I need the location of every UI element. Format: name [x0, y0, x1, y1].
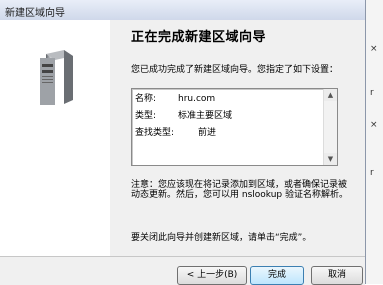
cancel-button[interactable]: 取消	[311, 266, 363, 285]
summary-row: 名称: hru.com	[135, 91, 320, 108]
settings-summary-box[interactable]: 名称: hru.com 类型: 标准主要区域 查找类型: 前进 ▲ ▼	[131, 88, 338, 166]
summary-value: hru.com	[178, 94, 216, 104]
summary-value: 前进	[198, 128, 217, 138]
finish-button[interactable]: 完成	[250, 266, 304, 285]
wizard-content: 正在完成新建区域向导 您已成功完成了新建区域向导。您指定了如下设置： 名称: h…	[110, 20, 365, 256]
background-glyph: ×	[370, 120, 378, 130]
summary-key: 名称:	[135, 94, 157, 104]
note-text: 注意：您应该现在将记录添加到区域，或者确保记录被动态更新。然后，您可以用 nsl…	[131, 180, 348, 200]
background-glyph: r	[370, 88, 374, 98]
title-bar: 新建区域向导	[0, 0, 365, 21]
summary-value: 标准主要区域	[178, 111, 233, 121]
server-icon	[40, 50, 73, 105]
summary-row: 查找类型: 前进	[135, 125, 320, 142]
wizard-footer: < 上一步(B) 完成 取消	[0, 256, 365, 285]
page-title: 正在完成新建区域向导	[131, 30, 267, 45]
window-title: 新建区域向导	[5, 8, 65, 19]
back-button[interactable]: < 上一步(B)	[177, 266, 247, 285]
background-glyph: ×	[370, 44, 378, 54]
summary-key: 类型:	[135, 111, 157, 121]
intro-text: 您已成功完成了新建区域向导。您指定了如下设置：	[131, 65, 339, 75]
closing-text: 要关闭此向导并创建新区域，请单击“完成”。	[131, 233, 312, 243]
summary-scrollbar[interactable]: ▲ ▼	[323, 89, 337, 165]
scroll-up-arrow-icon[interactable]: ▲	[324, 89, 337, 101]
summary-row: 类型: 标准主要区域	[135, 108, 320, 125]
scroll-down-arrow-icon[interactable]: ▼	[324, 153, 337, 165]
wizard-window: 正在完成新建区域向导 您已成功完成了新建区域向导。您指定了如下设置： 名称: h…	[0, 20, 365, 285]
background-window-strip: × r × r	[365, 0, 383, 284]
wizard-side-panel	[0, 20, 110, 256]
summary-key: 查找类型:	[135, 128, 175, 138]
background-glyph: r	[370, 168, 374, 178]
